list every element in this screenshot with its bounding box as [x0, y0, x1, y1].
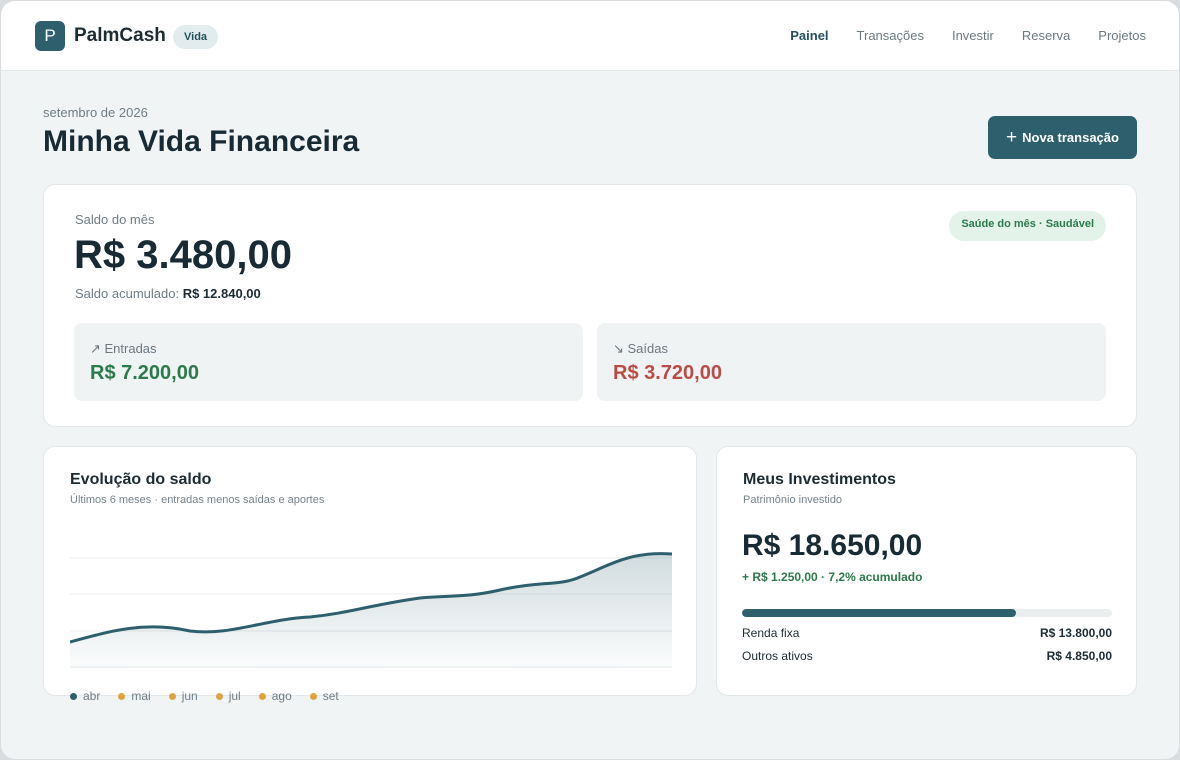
- income-value: R$ 7.200,00: [90, 362, 199, 384]
- legend-dot-icon: [215, 692, 223, 700]
- legend-dot-icon: [70, 692, 77, 700]
- income-label: ↗ Entradas: [90, 341, 157, 356]
- investments-subtitle: Patrimônio investido: [743, 494, 843, 506]
- legend-item-jul: jul: [215, 689, 241, 703]
- expense-value: R$ 3.720,00: [613, 362, 722, 384]
- main-nav: Painel Transações Investir Reserva Proje…: [790, 28, 1146, 43]
- nav-item-transacoes[interactable]: Transações: [857, 28, 924, 43]
- investments-title: Meus Investimentos: [743, 471, 896, 488]
- nav-item-projetos[interactable]: Projetos: [1098, 28, 1146, 43]
- accumulated-label: Saldo acumulado:: [75, 286, 180, 301]
- nav-item-painel[interactable]: Painel: [790, 28, 828, 43]
- legend-item-set: set: [309, 689, 339, 703]
- profile-badge: Vida: [173, 25, 219, 49]
- investment-row-value: R$ 4.850,00: [1046, 649, 1112, 663]
- expense-label: ↘ Saídas: [613, 341, 668, 356]
- investment-row-label: Outros ativos: [742, 649, 813, 663]
- nav-item-investir[interactable]: Investir: [952, 28, 994, 43]
- legend-item-mai: mai: [118, 689, 151, 703]
- month-legend: abr mai jun jul ago set: [70, 689, 339, 703]
- legend-item-abr: abr: [70, 689, 100, 703]
- legend-label: jun: [181, 689, 198, 703]
- investments-total: R$ 18.650,00: [742, 529, 923, 562]
- evolution-subtitle: Últimos 6 meses · entradas menos saídas …: [70, 494, 325, 506]
- top-navigation-bar: P PalmCash Vida Painel Transações Invest…: [1, 1, 1179, 71]
- legend-item-ago: ago: [258, 689, 292, 703]
- balance-label: Saldo do mês: [75, 212, 155, 227]
- balance-value: R$ 3.480,00: [74, 233, 292, 277]
- investment-row-fixed: Renda fixa R$ 13.800,00: [742, 626, 1112, 640]
- investments-card: Meus Investimentos Patrimônio investido …: [716, 446, 1137, 696]
- legend-label: abr: [83, 689, 101, 703]
- investment-row-other: Outros ativos R$ 4.850,00: [742, 649, 1112, 663]
- legend-dot-icon: [118, 692, 126, 700]
- page-title: Minha Vida Financeira: [43, 125, 360, 158]
- legend-label: jul: [228, 689, 241, 703]
- income-box: ↗ Entradas R$ 7.200,00: [74, 323, 583, 401]
- brand-name: PalmCash: [74, 25, 166, 46]
- allocation-progress-fill: [742, 609, 1016, 617]
- plus-icon: +: [1006, 127, 1018, 148]
- legend-label: ago: [271, 689, 292, 703]
- allocation-progress-bar: [742, 609, 1112, 617]
- accumulated-balance: Saldo acumulado: R$ 12.840,00: [75, 286, 261, 301]
- investment-row-label: Renda fixa: [742, 626, 800, 640]
- legend-dot-icon: [309, 692, 317, 700]
- new-transaction-button[interactable]: + Nova transação: [988, 116, 1137, 159]
- balance-area: [70, 553, 672, 667]
- expense-box: ↘ Saídas R$ 3.720,00: [597, 323, 1106, 401]
- logo-icon: P: [35, 21, 65, 51]
- accumulated-value: R$ 12.840,00: [182, 286, 261, 301]
- monthly-balance-card: Saldo do mês R$ 3.480,00 Saldo acumulado…: [43, 184, 1137, 427]
- legend-item-jun: jun: [168, 689, 198, 703]
- legend-label: mai: [131, 689, 151, 703]
- balance-evolution-card: Evolução do saldo Últimos 6 meses · entr…: [43, 446, 697, 703]
- new-transaction-label: Nova transação: [1022, 130, 1119, 145]
- current-month: setembro de 2026: [43, 105, 148, 120]
- legend-label: set: [322, 689, 339, 703]
- nav-item-reserva[interactable]: Reserva: [1022, 28, 1070, 43]
- app-window: P PalmCash Vida Painel Transações Invest…: [1, 1, 1179, 759]
- legend-dot-icon: [168, 692, 176, 700]
- investment-row-value: R$ 13.800,00: [1039, 626, 1112, 640]
- evolution-chart: [70, 552, 672, 668]
- investments-gain: + R$ 1.250,00 · 7,2% acumulado: [742, 570, 923, 584]
- evolution-title: Evolução do saldo: [70, 471, 212, 488]
- legend-dot-icon: [258, 692, 266, 700]
- month-health-badge: Saúde do mês · Saudável: [949, 211, 1106, 241]
